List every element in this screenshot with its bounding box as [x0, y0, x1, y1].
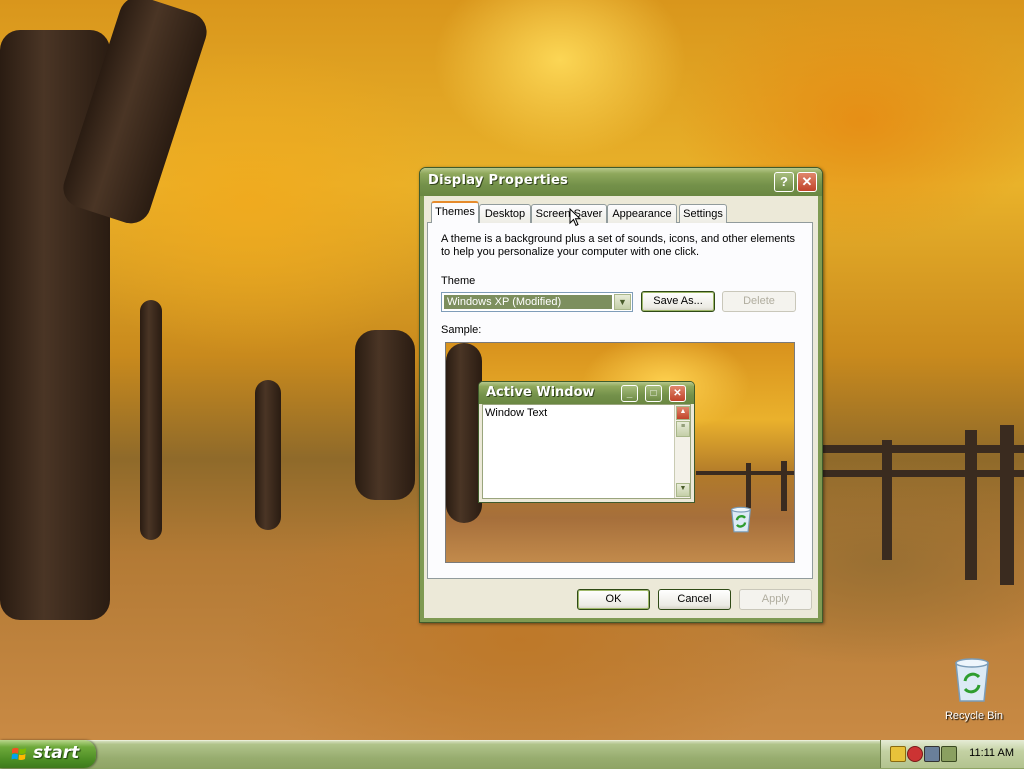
- fence-rail: [820, 470, 1024, 477]
- theme-description-line1: A theme is a background plus a set of so…: [441, 233, 796, 245]
- cancel-button[interactable]: Cancel: [658, 589, 731, 610]
- scroll-up-icon: ▲: [676, 406, 690, 420]
- apply-button[interactable]: Apply: [739, 589, 812, 610]
- close-button[interactable]: ✕: [797, 172, 817, 192]
- scroll-thumb: ≡: [676, 421, 690, 437]
- taskbar: [0, 740, 1024, 769]
- system-tray: 11:11 AM: [880, 740, 1024, 768]
- taskbar-clock[interactable]: 11:11 AM: [969, 747, 1014, 759]
- ok-button[interactable]: OK: [577, 589, 650, 610]
- window-frame-bottom: [420, 618, 822, 622]
- recycle-bin-icon[interactable]: [950, 655, 994, 703]
- recycle-bin-label[interactable]: Recycle Bin: [941, 710, 1007, 722]
- tab-themes[interactable]: Themes: [431, 201, 479, 223]
- fence-post: [965, 430, 977, 580]
- start-label: start: [33, 743, 80, 763]
- theme-dropdown[interactable]: Windows XP (Modified) ▼: [441, 292, 633, 312]
- tab-desktop[interactable]: Desktop: [479, 204, 531, 223]
- window-title: Display Properties: [428, 173, 569, 188]
- save-as-button[interactable]: Save As...: [641, 291, 715, 312]
- sample-window-text: Window Text: [485, 407, 548, 419]
- sample-fence-post: [781, 461, 787, 511]
- mouse-cursor-icon: [569, 208, 582, 227]
- sample-fence-post: [746, 463, 751, 508]
- tab-appearance[interactable]: Appearance: [607, 204, 677, 223]
- theme-description-line2: to help you personalize your computer wi…: [441, 246, 700, 258]
- window-frame-right: [818, 196, 822, 622]
- start-button[interactable]: start: [0, 740, 96, 768]
- shield-icon[interactable]: [890, 746, 906, 762]
- sample-label: Sample:: [441, 324, 482, 336]
- sample-scrollbar: ▲ ≡ ▼: [674, 405, 690, 498]
- sample-recycle-bin-icon: [731, 506, 751, 533]
- theme-selected-value: Windows XP (Modified): [444, 295, 612, 309]
- close-icon: ✕: [669, 385, 686, 402]
- sample-window-title: Active Window: [486, 385, 595, 400]
- network-icon[interactable]: [924, 746, 940, 762]
- windows-logo-icon: [11, 747, 26, 760]
- maximize-icon: □: [645, 385, 662, 402]
- window-titlebar[interactable]: Display Properties ? ✕: [420, 168, 822, 196]
- scroll-down-icon: ▼: [676, 483, 690, 497]
- sample-active-window: Active Window _ □ ✕ Window Text ▲ ≡ ▼: [478, 381, 695, 503]
- minimize-icon: _: [621, 385, 638, 402]
- chevron-down-icon[interactable]: ▼: [614, 294, 631, 310]
- fence-post: [1000, 425, 1014, 585]
- fence-rail: [820, 445, 1024, 453]
- sample-tree-trunk: [446, 343, 482, 523]
- security-alert-icon[interactable]: [907, 746, 923, 762]
- theme-label: Theme: [441, 275, 476, 287]
- sample-window-titlebar: Active Window _ □ ✕: [479, 382, 694, 404]
- delete-button[interactable]: Delete: [722, 291, 796, 312]
- tree-trunk: [140, 300, 162, 540]
- help-button[interactable]: ?: [774, 172, 794, 192]
- sample-window-body: Window Text ▲ ≡ ▼: [482, 404, 691, 499]
- volume-icon[interactable]: [941, 746, 957, 762]
- window-frame-left: [420, 196, 424, 622]
- fence-post: [882, 440, 892, 560]
- tree-trunk: [255, 380, 281, 530]
- tree-trunk: [355, 330, 415, 500]
- tab-settings[interactable]: Settings: [679, 204, 727, 223]
